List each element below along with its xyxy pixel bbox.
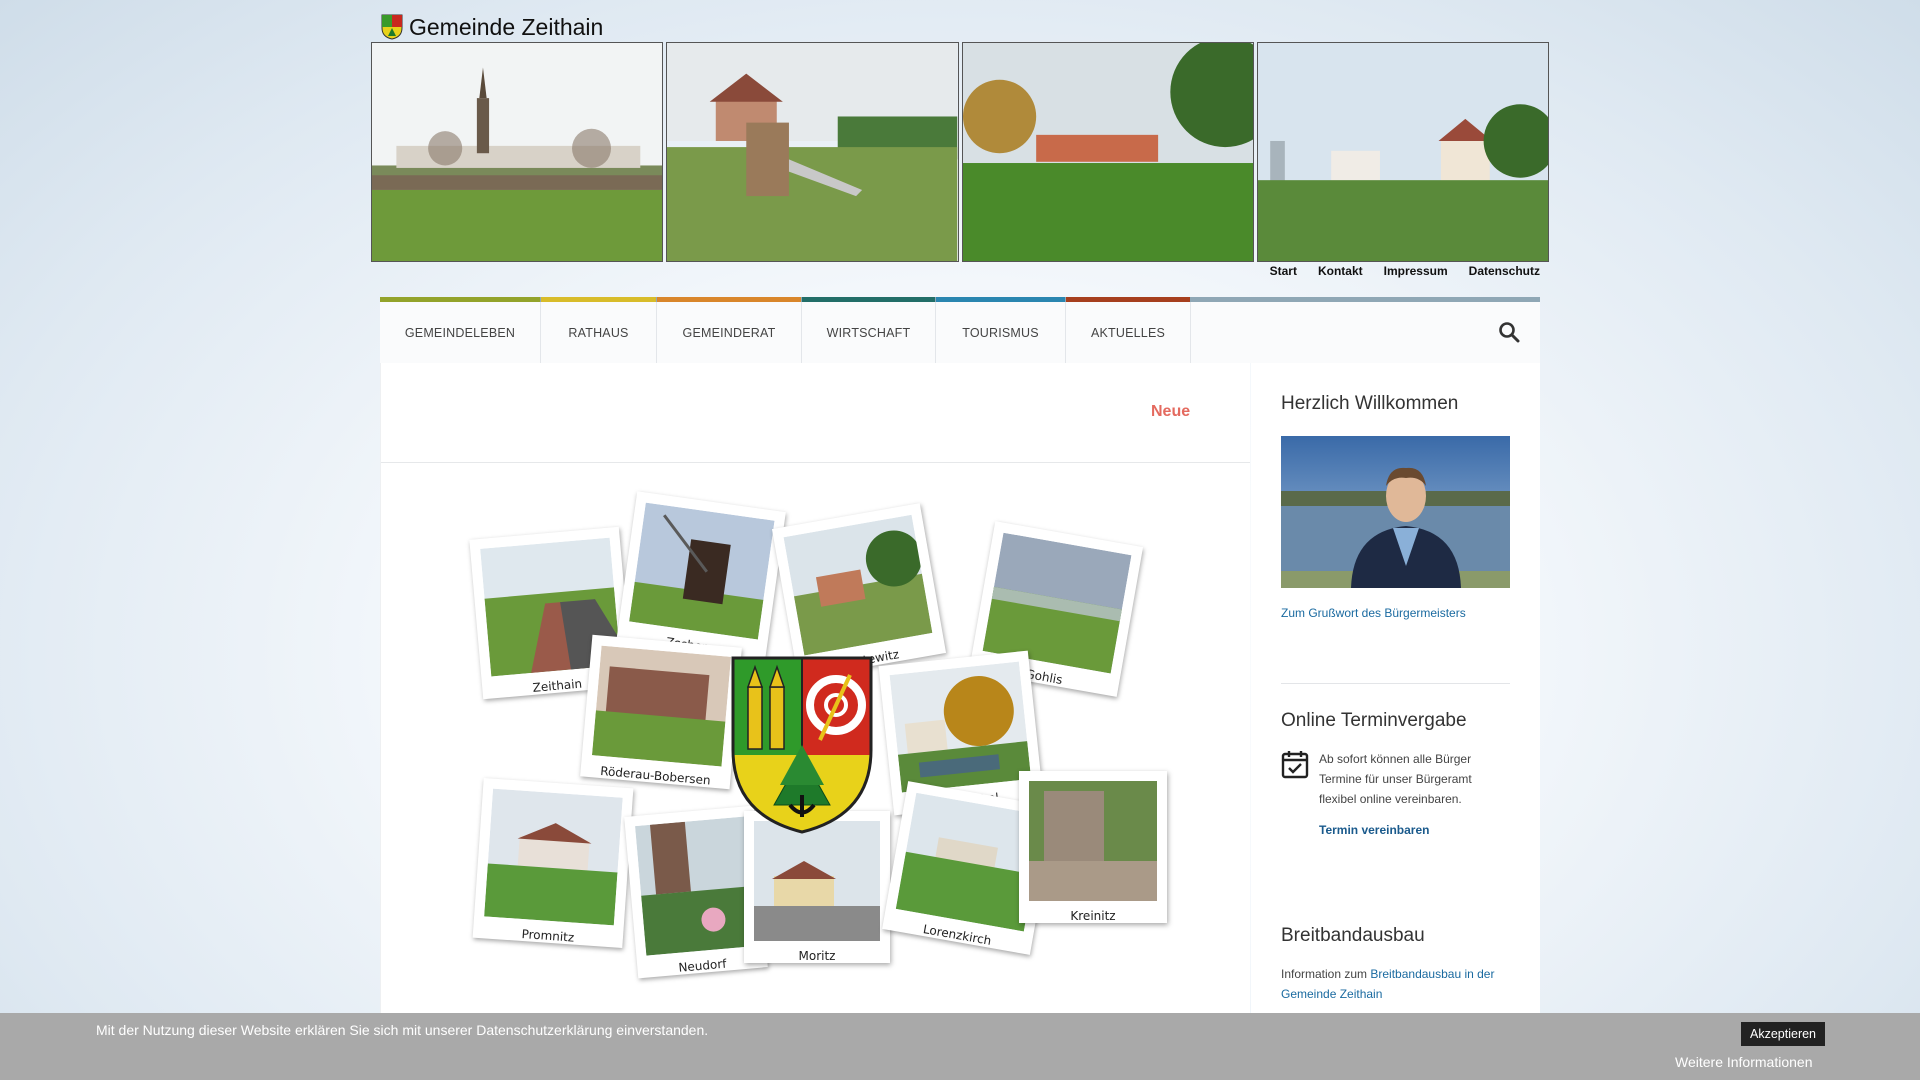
- coat-of-arms-icon: [381, 14, 403, 40]
- sidebar: Herzlich Willkommen Zum Grußwort des Bür…: [1251, 363, 1540, 1023]
- header-image-field-houses: [961, 42, 1254, 262]
- cookie-more-info-link[interactable]: Weitere Informationen: [1675, 1054, 1812, 1070]
- collage-photo-kreinitz: Kreinitz: [1019, 771, 1167, 923]
- termin-row: Ab sofort können alle Bürger Termine für…: [1281, 749, 1510, 809]
- photo-roederau-bobersen: [591, 645, 732, 767]
- photo-cottewitz: [783, 514, 933, 656]
- breitband-widget: Breitbandausbau Information zum Breitban…: [1281, 925, 1510, 1004]
- cookie-accept-button[interactable]: Akzeptieren: [1741, 1022, 1826, 1046]
- sidebar-divider: [1281, 683, 1510, 684]
- header-image-village-church: [371, 42, 664, 262]
- site-title-text: Gemeinde Zeithain: [409, 13, 604, 40]
- termin-heading: Online Terminvergabe: [1281, 710, 1467, 731]
- top-links: Start Kontakt Impressum Datenschutz: [1270, 264, 1549, 278]
- nav-item-rathaus[interactable]: Rathaus: [541, 297, 657, 363]
- photo-kreinitz: [1029, 781, 1157, 901]
- caption-moritz: Moritz: [798, 949, 836, 963]
- top-link-impressum[interactable]: Impressum: [1384, 264, 1448, 278]
- collage-photo-promnitz: Promnitz: [472, 777, 634, 949]
- main-content: Neue Zeithain Zschepa Cottewitz Gohlis: [380, 363, 1250, 1023]
- termin-text: Ab sofort können alle Bürger Termine für…: [1319, 752, 1472, 806]
- search-icon[interactable]: [1498, 321, 1520, 343]
- top-link-start[interactable]: Start: [1270, 264, 1297, 278]
- breitband-text-prefix: Information zum: [1281, 967, 1371, 981]
- top-link-datenschutz[interactable]: Datenschutz: [1469, 264, 1540, 278]
- photo-promnitz: [484, 788, 623, 926]
- welcome-heading: Herzlich Willkommen: [1281, 393, 1459, 414]
- collage-photo-roederau-bobersen: Röderau-Bobersen: [580, 634, 742, 790]
- nav-item-aktuelles[interactable]: Aktuelles: [1066, 297, 1191, 363]
- collage-photo-zschepa: Zschepa: [616, 491, 786, 663]
- coat-of-arms-icon: [731, 656, 873, 834]
- photo-zschepa: [629, 502, 775, 640]
- village-collage: Zeithain Zschepa Cottewitz Gohlis Rödera…: [466, 491, 1167, 1003]
- photo-moritz: [754, 821, 880, 941]
- termin-widget: Online Terminvergabe Ab sofort können al…: [1281, 710, 1510, 837]
- mayor-photo[interactable]: [1281, 436, 1510, 588]
- top-link-kontakt[interactable]: Kontakt: [1318, 264, 1363, 278]
- calendar-check-icon: [1281, 751, 1309, 779]
- caption-kreinitz: Kreinitz: [1070, 909, 1116, 923]
- nav-item-tourismus[interactable]: Tourismus: [936, 297, 1066, 363]
- photo-neudorf: [635, 816, 756, 956]
- header-image-playground: [666, 42, 959, 262]
- cookie-banner: Mit der Nutzung dieser Website erklären …: [0, 1013, 1920, 1080]
- cookie-message: Mit der Nutzung dieser Website erklären …: [96, 1022, 709, 1038]
- breitband-text: Information zum Breitbandausbau in der G…: [1281, 964, 1510, 1004]
- main-nav: Gemeindeleben Rathaus Gemeinderat Wirtsc…: [380, 297, 1540, 363]
- nav-item-wirtschaft[interactable]: Wirtschaft: [802, 297, 936, 363]
- welcome-widget: Herzlich Willkommen Zum Grußwort des Bür…: [1281, 393, 1510, 620]
- header-image-meadow-houses: [1256, 42, 1549, 262]
- photo-jacobsthal: [889, 661, 1032, 793]
- breitband-heading: Breitbandausbau: [1281, 925, 1425, 946]
- mayor-greeting-link[interactable]: Zum Grußwort des Bürgermeisters: [1281, 606, 1510, 620]
- nav-item-gemeinderat[interactable]: Gemeinderat: [657, 297, 802, 363]
- termin-vereinbaren-link[interactable]: Termin vereinbaren: [1319, 823, 1510, 837]
- header-images: [371, 42, 1549, 262]
- news-ticker: Neue: [381, 363, 1250, 463]
- site-title[interactable]: Gemeinde Zeithain: [381, 12, 603, 42]
- news-ticker-text[interactable]: Neue: [1151, 403, 1199, 421]
- collage-photo-cottewitz: Cottewitz: [771, 503, 947, 679]
- nav-item-gemeindeleben[interactable]: Gemeindeleben: [380, 297, 541, 363]
